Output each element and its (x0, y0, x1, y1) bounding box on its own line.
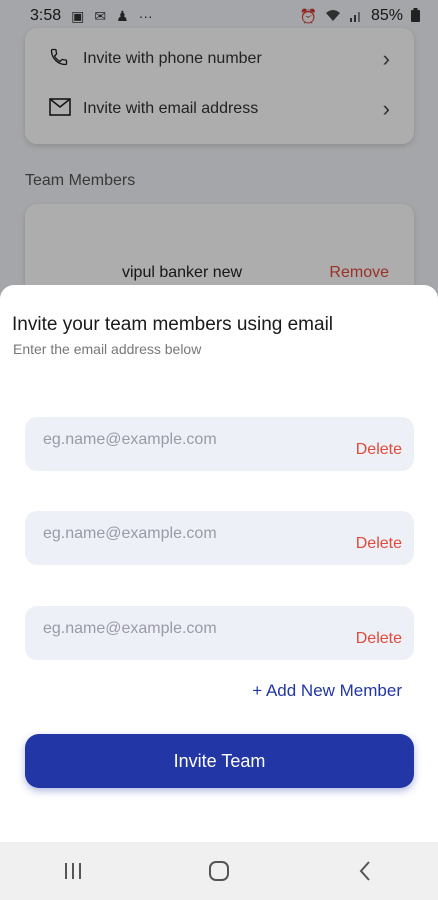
add-new-member-button[interactable]: + Add New Member (252, 681, 402, 701)
email-row: Delete (25, 606, 414, 660)
delete-email-button[interactable]: Delete (356, 441, 402, 459)
delete-email-button[interactable]: Delete (356, 535, 402, 553)
email-input[interactable] (43, 431, 333, 449)
email-row: Delete (25, 511, 414, 565)
sheet-title: Invite your team members using email (12, 314, 334, 335)
back-icon[interactable] (335, 849, 395, 893)
recent-apps-icon[interactable] (43, 849, 103, 893)
delete-email-button[interactable]: Delete (356, 630, 402, 648)
invite-team-button[interactable]: Invite Team (25, 734, 414, 788)
email-input[interactable] (43, 525, 333, 543)
invite-email-sheet: Invite your team members using email Ent… (0, 285, 438, 842)
email-input[interactable] (43, 620, 333, 638)
home-icon[interactable] (189, 849, 249, 893)
sheet-subtitle: Enter the email address below (13, 341, 202, 357)
system-nav-bar (0, 842, 438, 900)
email-row: Delete (25, 417, 414, 471)
